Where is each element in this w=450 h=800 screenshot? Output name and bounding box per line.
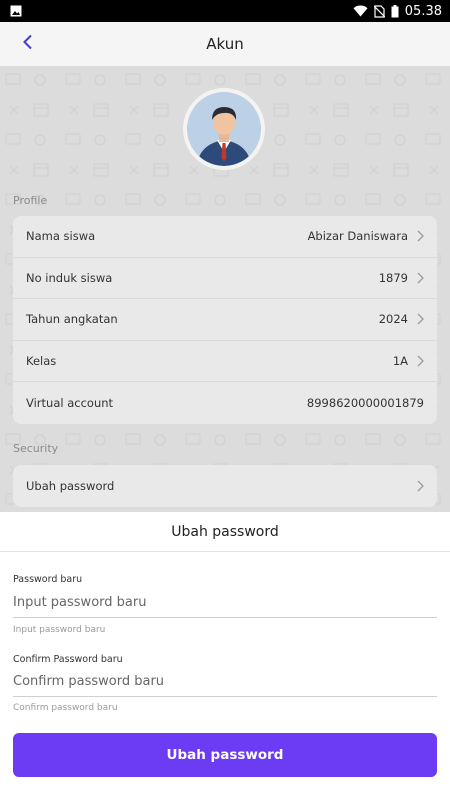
profile-row-no-induk[interactable]: No induk siswa 1879 — [13, 258, 437, 299]
profile-row-tahun-angkatan[interactable]: Tahun angkatan 2024 — [13, 299, 437, 341]
confirm-password-input[interactable] — [13, 667, 437, 697]
security-row-ubah-password[interactable]: Ubah password — [13, 465, 437, 507]
row-value: Abizar Daniswara — [307, 229, 408, 244]
chevron-right-icon — [417, 272, 424, 284]
chevron-right-icon — [417, 480, 424, 492]
app-header: Akun — [0, 22, 450, 66]
profile-row-kelas[interactable]: Kelas 1A — [13, 341, 437, 382]
person-icon — [187, 92, 261, 166]
battery-icon — [391, 4, 399, 18]
new-password-helper: Input password baru — [13, 625, 106, 635]
row-label: Ubah password — [26, 478, 115, 493]
row-label: Virtual account — [26, 395, 114, 410]
chevron-right-icon — [417, 313, 424, 325]
ubah-password-button[interactable]: Ubah password — [13, 733, 437, 777]
security-section-label: Security — [13, 442, 59, 455]
profile-section-label: Profile — [13, 194, 48, 207]
new-password-label: Password baru — [13, 574, 83, 585]
confirm-password-helper: Confirm password baru — [13, 703, 118, 713]
change-password-sheet: Ubah password Password baru Input passwo… — [0, 512, 450, 800]
row-value: 2024 — [378, 312, 408, 327]
account-content: Profile Nama siswa Abizar Daniswara No i… — [0, 66, 450, 512]
chevron-left-icon — [22, 34, 34, 54]
page-title: Akun — [206, 35, 244, 53]
avatar[interactable] — [183, 88, 265, 170]
profile-row-nama-siswa[interactable]: Nama siswa Abizar Daniswara — [13, 216, 437, 258]
row-label: Nama siswa — [26, 229, 96, 244]
back-button[interactable] — [16, 32, 40, 56]
row-label: Kelas — [26, 353, 57, 368]
sheet-title: Ubah password — [0, 512, 450, 552]
profile-row-virtual-account: Virtual account 8998620000001879 — [13, 382, 437, 424]
chevron-right-icon — [417, 230, 424, 242]
row-value: 1879 — [378, 270, 408, 285]
security-card: Ubah password — [13, 465, 437, 507]
new-password-input[interactable] — [13, 588, 437, 618]
no-sim-icon — [373, 4, 385, 18]
profile-card: Nama siswa Abizar Daniswara No induk sis… — [13, 216, 437, 424]
image-icon — [10, 2, 22, 21]
chevron-right-icon — [417, 355, 424, 367]
row-value: 1A — [392, 353, 408, 368]
confirm-password-label: Confirm Password baru — [13, 654, 123, 665]
row-value: 8998620000001879 — [306, 395, 424, 410]
status-time: 05.38 — [404, 3, 442, 19]
row-label: No induk siswa — [26, 270, 113, 285]
status-bar: 05.38 — [0, 0, 450, 22]
wifi-icon — [353, 5, 368, 17]
row-label: Tahun angkatan — [26, 312, 118, 327]
